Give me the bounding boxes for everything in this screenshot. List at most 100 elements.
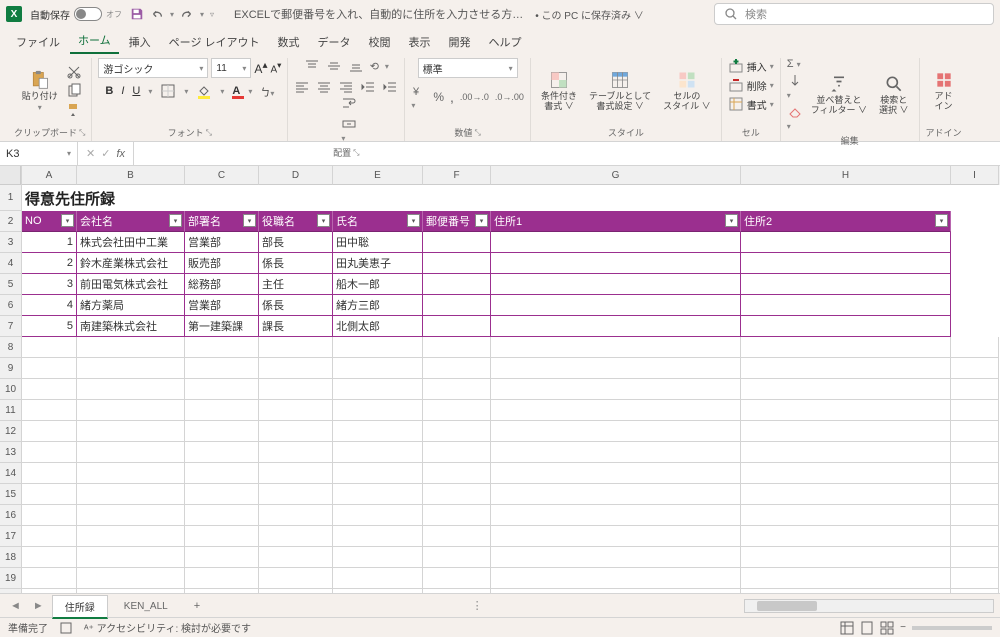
empty-cell[interactable] xyxy=(741,379,951,400)
col-header-D[interactable]: D xyxy=(259,166,333,185)
empty-cell[interactable] xyxy=(741,421,951,442)
table-header[interactable]: 郵便番号 xyxy=(423,211,491,232)
empty-cell[interactable] xyxy=(741,526,951,547)
row-header[interactable]: 14 xyxy=(0,463,21,484)
dialog-launcher-icon[interactable]: ⤡ xyxy=(206,128,212,138)
empty-cell[interactable] xyxy=(22,505,77,526)
empty-cell[interactable] xyxy=(259,526,333,547)
filter-button[interactable] xyxy=(407,214,420,227)
row-header[interactable]: 19 xyxy=(0,568,21,589)
tab-開発[interactable]: 開発 xyxy=(441,30,479,54)
empty-cell[interactable] xyxy=(185,589,259,593)
empty-cell[interactable] xyxy=(951,463,999,484)
number-format-combo[interactable]: 標準▾ xyxy=(418,58,518,78)
insert-cells-button[interactable]: 挿入▾ xyxy=(728,58,774,74)
empty-cell[interactable] xyxy=(185,484,259,505)
empty-cell[interactable] xyxy=(259,379,333,400)
table-cell[interactable] xyxy=(423,274,491,295)
normal-view-icon[interactable] xyxy=(840,621,854,635)
empty-cell[interactable] xyxy=(333,400,423,421)
copy-icon[interactable] xyxy=(66,83,82,99)
col-header-E[interactable]: E xyxy=(333,166,423,185)
empty-cell[interactable] xyxy=(491,484,741,505)
table-cell[interactable] xyxy=(741,232,951,253)
empty-cell[interactable] xyxy=(423,442,491,463)
table-cell[interactable]: 田丸美恵子 xyxy=(333,253,423,274)
empty-cell[interactable] xyxy=(259,463,333,484)
sheet-title[interactable]: 得意先住所録 xyxy=(22,185,422,211)
tab-データ[interactable]: データ xyxy=(310,30,359,54)
percent-icon[interactable]: % xyxy=(433,90,444,104)
table-header[interactable]: 住所2 xyxy=(741,211,951,232)
col-header-F[interactable]: F xyxy=(423,166,491,185)
row-header[interactable]: 9 xyxy=(0,358,21,379)
empty-cell[interactable] xyxy=(423,337,491,358)
zoom-out-button[interactable]: − xyxy=(900,622,906,633)
filter-button[interactable] xyxy=(935,214,948,227)
row-header[interactable]: 3 xyxy=(0,232,21,253)
row-header[interactable]: 12 xyxy=(0,421,21,442)
fx-icon[interactable]: fx xyxy=(116,148,125,160)
empty-cell[interactable] xyxy=(951,400,999,421)
sheet-nav-prev[interactable]: ◄ xyxy=(6,600,25,612)
empty-cell[interactable] xyxy=(491,337,741,358)
table-cell[interactable]: 南建築株式会社 xyxy=(77,316,185,337)
sheet-nav-next[interactable]: ► xyxy=(29,600,48,612)
empty-cell[interactable] xyxy=(259,442,333,463)
empty-cell[interactable] xyxy=(259,337,333,358)
filter-button[interactable] xyxy=(169,214,182,227)
find-select-button[interactable]: 検索と 選択 ∨ xyxy=(875,72,913,118)
empty-cell[interactable] xyxy=(185,400,259,421)
table-cell[interactable] xyxy=(491,232,741,253)
empty-cell[interactable] xyxy=(22,463,77,484)
empty-cell[interactable] xyxy=(423,568,491,589)
saved-status[interactable]: • この PC に保存済み ∨ xyxy=(535,7,644,22)
empty-cell[interactable] xyxy=(333,337,423,358)
align-left-icon[interactable] xyxy=(294,79,310,95)
empty-cell[interactable] xyxy=(77,379,185,400)
bold-button[interactable]: B xyxy=(105,85,113,97)
table-cell[interactable] xyxy=(423,295,491,316)
empty-cell[interactable] xyxy=(333,463,423,484)
empty-cell[interactable] xyxy=(741,568,951,589)
merge-icon[interactable]: ▾ xyxy=(341,116,357,144)
col-header-I[interactable]: I xyxy=(951,166,999,185)
addins-button[interactable]: アド イン xyxy=(930,68,958,114)
empty-cell[interactable] xyxy=(423,589,491,593)
row-header[interactable]: 11 xyxy=(0,400,21,421)
align-bottom-icon[interactable] xyxy=(348,58,364,74)
empty-cell[interactable] xyxy=(951,379,999,400)
empty-cell[interactable] xyxy=(741,400,951,421)
undo-icon[interactable] xyxy=(150,7,164,21)
empty-cell[interactable] xyxy=(259,358,333,379)
col-header-A[interactable]: A xyxy=(22,166,77,185)
empty-cell[interactable] xyxy=(259,568,333,589)
page-break-view-icon[interactable] xyxy=(880,621,894,635)
table-cell[interactable]: 部長 xyxy=(259,232,333,253)
autosum-icon[interactable]: Σ ▾ xyxy=(787,58,803,70)
empty-cell[interactable] xyxy=(77,358,185,379)
filter-button[interactable] xyxy=(725,214,738,227)
empty-cell[interactable] xyxy=(185,442,259,463)
empty-cell[interactable] xyxy=(423,547,491,568)
horizontal-scrollbar[interactable] xyxy=(744,599,994,613)
row-header[interactable]: 6 xyxy=(0,295,21,316)
empty-cell[interactable] xyxy=(741,505,951,526)
cell-styles-button[interactable]: セルの スタイル ∨ xyxy=(659,68,715,114)
empty-cell[interactable] xyxy=(22,358,77,379)
empty-cell[interactable] xyxy=(423,421,491,442)
empty-cell[interactable] xyxy=(22,484,77,505)
search-box[interactable]: 検索 xyxy=(714,3,994,25)
border-icon[interactable] xyxy=(160,83,176,99)
empty-cell[interactable] xyxy=(185,421,259,442)
empty-cell[interactable] xyxy=(185,337,259,358)
table-cell[interactable] xyxy=(491,253,741,274)
empty-cell[interactable] xyxy=(259,547,333,568)
sheet-tab-active[interactable]: 住所録 xyxy=(52,595,108,619)
empty-cell[interactable] xyxy=(77,505,185,526)
table-cell[interactable]: 営業部 xyxy=(185,295,259,316)
filter-button[interactable] xyxy=(317,214,330,227)
col-header-C[interactable]: C xyxy=(185,166,259,185)
increase-indent-icon[interactable] xyxy=(382,79,398,95)
empty-cell[interactable] xyxy=(491,526,741,547)
